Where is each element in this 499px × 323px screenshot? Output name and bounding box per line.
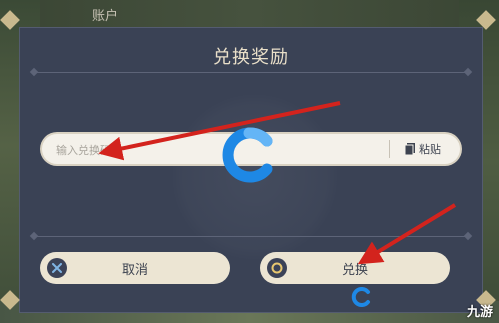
redeem-code-input[interactable] <box>54 140 378 160</box>
paste-separator <box>389 140 390 158</box>
paste-label: 粘贴 <box>419 143 441 156</box>
brand-watermark: 九游 <box>466 305 493 320</box>
confirm-button[interactable]: 兑换 <box>260 252 450 284</box>
paste-button[interactable]: 粘贴 <box>394 138 452 160</box>
account-tab[interactable]: 账户 <box>92 5 118 24</box>
circle-icon <box>267 258 287 278</box>
confirm-label: 兑换 <box>341 262 368 278</box>
cancel-button[interactable]: 取消 <box>40 252 230 284</box>
cancel-label: 取消 <box>121 262 148 278</box>
bottom-divider <box>29 231 473 241</box>
top-divider <box>29 67 473 77</box>
background-top <box>0 0 499 30</box>
document-icon <box>404 143 415 156</box>
c-logo-icon <box>222 127 273 183</box>
x-icon <box>47 258 67 278</box>
dialog-title: 兑换奖励 <box>213 47 289 68</box>
c-logo-small-icon <box>351 287 370 307</box>
